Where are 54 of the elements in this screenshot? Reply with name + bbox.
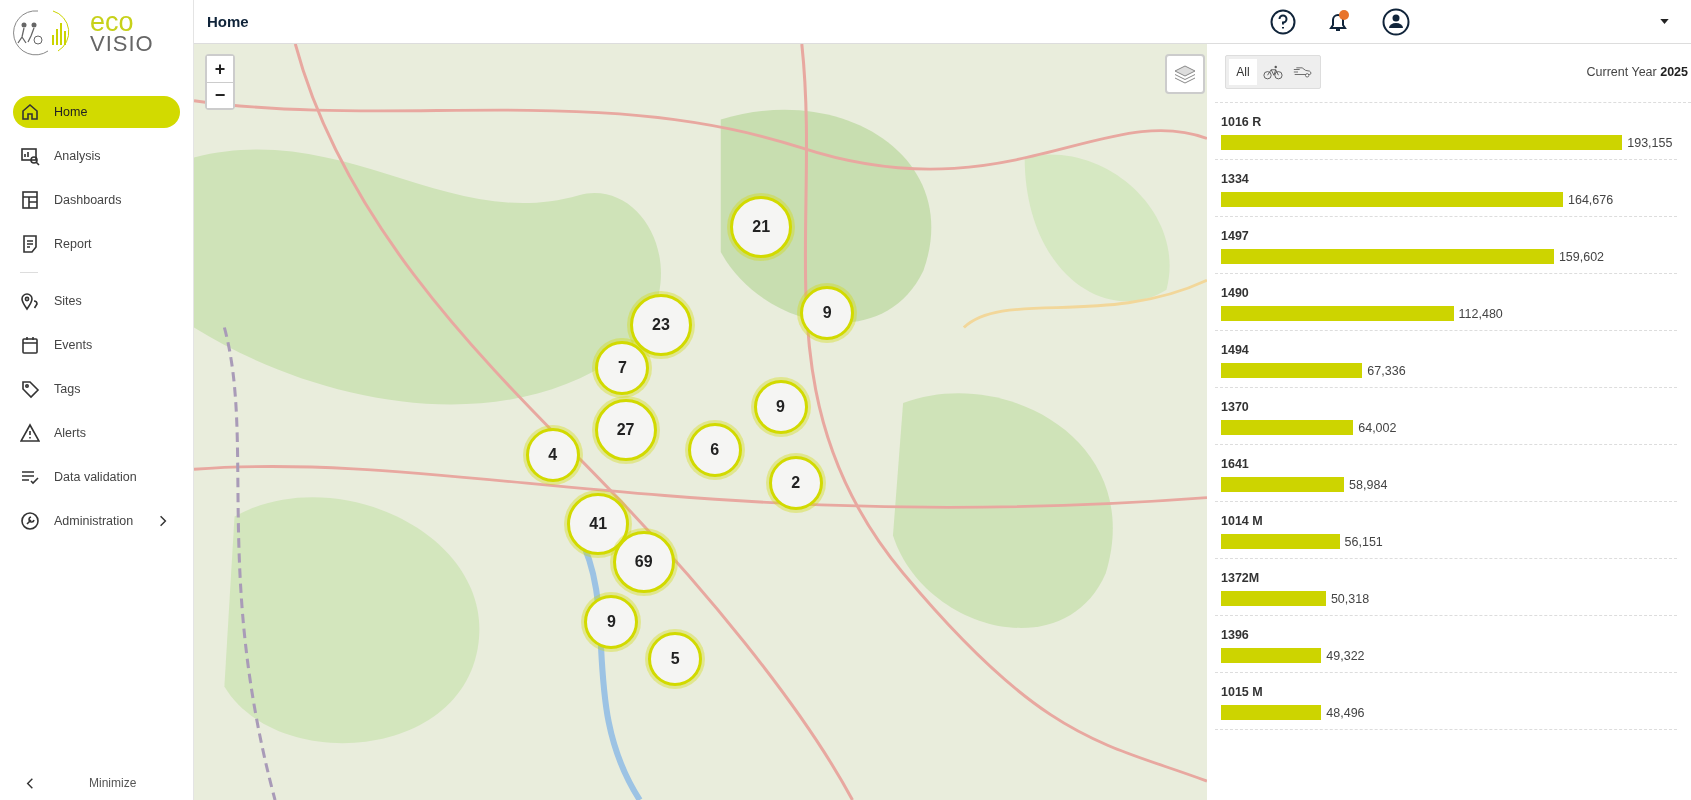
count-value: 64,002 xyxy=(1358,420,1397,435)
count-value: 56,151 xyxy=(1344,534,1383,549)
logo-text: VISIO xyxy=(90,34,154,55)
site-name: 1372M xyxy=(1221,571,1261,585)
help-icon[interactable] xyxy=(1270,8,1296,35)
sidebar-item[interactable]: Analysis xyxy=(13,140,180,172)
dropdown-caret-icon[interactable] xyxy=(1660,19,1669,24)
calendar-icon xyxy=(20,335,40,355)
site-name: 1497 xyxy=(1221,229,1250,243)
minimize-button[interactable]: Minimize xyxy=(0,776,193,800)
count-value: 50,318 xyxy=(1330,591,1370,606)
site-name: 1015 M xyxy=(1221,685,1264,699)
count-value: 67,336 xyxy=(1367,363,1406,378)
site-name: 1641 xyxy=(1221,457,1250,471)
layout-icon xyxy=(20,190,40,210)
count-value: 159,602 xyxy=(1558,249,1605,264)
home-icon xyxy=(20,102,40,122)
site-name: 1016 R xyxy=(1221,115,1263,129)
count-value: 193,155 xyxy=(1627,135,1673,150)
page-title: Home xyxy=(207,13,250,30)
car-icon xyxy=(1293,66,1313,78)
tag-icon xyxy=(20,379,40,399)
location-pin-icon xyxy=(20,291,40,311)
logo-text: eco xyxy=(90,9,134,35)
sidebar-item[interactable]: Administration xyxy=(13,505,180,537)
sidebar-item[interactable]: Data validation xyxy=(13,461,180,493)
site-name: 1396 xyxy=(1221,628,1250,642)
count-value: 58,984 xyxy=(1349,477,1388,492)
site-name: 1014 M xyxy=(1221,514,1264,528)
wrench-icon xyxy=(20,511,40,531)
bicycle-icon xyxy=(1263,64,1283,80)
sidebar-item[interactable]: Dashboards xyxy=(13,184,180,216)
count-value: 49,322 xyxy=(1326,648,1365,663)
sidebar-item[interactable]: Sites xyxy=(13,285,180,317)
count-value: 48,496 xyxy=(1326,705,1365,720)
sidebar-item[interactable]: Alerts xyxy=(13,417,180,449)
user-avatar-icon[interactable] xyxy=(1382,7,1410,36)
period-label: Current Year 2025 xyxy=(1586,65,1688,79)
sidebar-item[interactable]: Report xyxy=(13,228,180,260)
site-name: 1334 xyxy=(1221,172,1250,186)
chart-search-icon xyxy=(20,146,40,166)
chevron-icon xyxy=(26,777,34,789)
site-name: 1490 xyxy=(1221,286,1250,300)
count-value: 164,676 xyxy=(1568,192,1614,207)
warning-icon xyxy=(20,423,40,443)
sidebar-item[interactable]: Home xyxy=(13,96,180,128)
site-name: 1494 xyxy=(1221,343,1250,357)
document-icon xyxy=(20,234,40,254)
sidebar-item[interactable]: Tags xyxy=(13,373,180,405)
site-name: 1370 xyxy=(1221,400,1250,414)
filter-toggle[interactable]: All xyxy=(1229,59,1257,85)
sidebar-item[interactable]: Events xyxy=(13,329,180,361)
count-value: 112,480 xyxy=(1458,306,1503,321)
zoom-out-button[interactable]: − xyxy=(207,82,233,108)
